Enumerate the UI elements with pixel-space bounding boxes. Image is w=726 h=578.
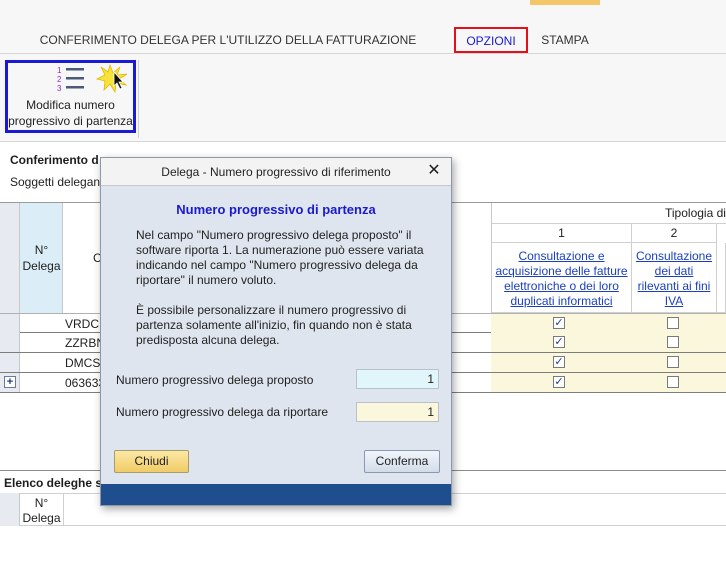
ribbon-divider <box>138 60 139 138</box>
modifica-button-label-2: progressivo di partenza <box>8 114 133 128</box>
col2-line4: IVA <box>664 294 684 308</box>
chiudi-button[interactable]: Chiudi <box>114 450 189 473</box>
row-code: ZZRBN <box>65 336 105 350</box>
elenco-deleghe-title: Elenco deleghe st <box>4 476 107 490</box>
riportare-field[interactable]: 1 <box>356 402 439 422</box>
col1-line2: acquisizione delle fatture <box>495 264 628 278</box>
tab-conferimento-delega[interactable]: CONFERIMENTO DELEGA PER L'UTILIZZO DELLA… <box>8 27 448 73</box>
col2-line3: rilevanti ai fini <box>637 279 711 293</box>
row4-check-col2[interactable] <box>667 376 679 388</box>
tipologia-header: Tipologia di <box>491 203 726 224</box>
col1-line1: Consultazione e <box>518 249 605 263</box>
tab-stampa[interactable]: STAMPA <box>530 27 600 53</box>
paragraph2-line: partenza solamente all'inizio, fin quand… <box>136 318 412 332</box>
delega-numero-progressivo-dialog: Delega - Numero progressivo di riferimen… <box>100 157 452 506</box>
elenco-col-delega-line1: N° <box>34 496 49 510</box>
dialog-paragraph-2: È possibile personalizzare il numero pro… <box>136 303 436 348</box>
row-code: DMCSI <box>65 356 104 370</box>
tipologia-label: Tipologia di <box>665 206 726 220</box>
numbered-list-icon: 1 2 3 <box>57 66 84 93</box>
tab-opzioni[interactable]: OPZIONI <box>454 27 528 53</box>
grid-row-header-col <box>0 203 20 313</box>
paragraph1-line: Nel campo "Numero progressivo delega pro… <box>136 228 412 242</box>
dialog-footer-bar <box>101 484 451 505</box>
svg-text:2: 2 <box>57 75 62 84</box>
col2-line1: Consultazione <box>635 249 713 263</box>
proposto-field[interactable]: 1 <box>356 369 439 389</box>
paragraph1-line: indicando nel campo "Numero progressivo … <box>136 258 418 272</box>
col-number-2: 2 <box>632 224 717 243</box>
row2-check-col2[interactable] <box>667 336 679 348</box>
riportare-label: Numero progressivo delega da riportare <box>116 405 329 419</box>
row3-check-col1[interactable]: ✓ <box>553 356 565 368</box>
section-title: Conferimento d <box>10 153 99 167</box>
col-number-1: 1 <box>491 224 632 243</box>
paragraph1-line: riportare" il numero voluto. <box>136 273 277 287</box>
svg-text:1: 1 <box>57 66 62 75</box>
col-header-3-partial <box>717 243 726 313</box>
col-header-delega: N° Delega <box>20 203 63 313</box>
stampa-tab-accent <box>530 0 600 5</box>
col-delega-line1: N° <box>34 243 49 257</box>
col-header-consultazione-iva[interactable]: Consultazione dei dati rilevanti ai fini… <box>632 243 717 313</box>
col1-line3: elettroniche o dei loro <box>504 279 619 293</box>
col2-line2: dei dati <box>654 264 694 278</box>
modifica-button-label-1: Modifica numero <box>26 98 115 112</box>
conferma-button[interactable]: Conferma <box>364 450 440 473</box>
paragraph2-line: È possibile personalizzare il numero pro… <box>136 303 407 317</box>
dialog-title: Delega - Numero progressivo di riferimen… <box>101 158 451 186</box>
row3-check-col2[interactable] <box>667 356 679 368</box>
elenco-col-delega-line2: Delega <box>22 511 61 525</box>
dialog-paragraph-1: Nel campo "Numero progressivo delega pro… <box>136 228 436 288</box>
row4-check-col1[interactable]: ✓ <box>553 376 565 388</box>
expand-row-button[interactable]: + <box>4 376 16 388</box>
close-icon[interactable]: ✕ <box>425 162 443 180</box>
svg-text:3: 3 <box>57 84 62 93</box>
paragraph1-line: software riporta 1. La numerazione può e… <box>136 243 424 257</box>
dialog-heading: Numero progressivo di partenza <box>176 202 376 217</box>
proposto-label: Numero progressivo delega proposto <box>116 373 314 387</box>
row1-check-col1[interactable]: ✓ <box>553 317 565 329</box>
soggetti-deleganti-label: Soggetti delegant <box>10 175 104 189</box>
modifica-numero-progressivo-button[interactable]: 1 2 3 Modifica numero progressivo di par… <box>5 60 136 133</box>
col-header-c: C <box>63 203 103 313</box>
paragraph2-line: predisposta alcuna delega. <box>136 333 280 347</box>
row2-check-col1[interactable]: ✓ <box>553 336 565 348</box>
row1-check-col2[interactable] <box>667 317 679 329</box>
click-burst-cursor-icon <box>96 63 128 94</box>
col-delega-line2: Delega <box>22 259 61 273</box>
col1-line4: duplicati informatici <box>510 294 613 308</box>
col-header-consultazione-acquisizione[interactable]: Consultazione e acquisizione delle fattu… <box>491 243 632 313</box>
